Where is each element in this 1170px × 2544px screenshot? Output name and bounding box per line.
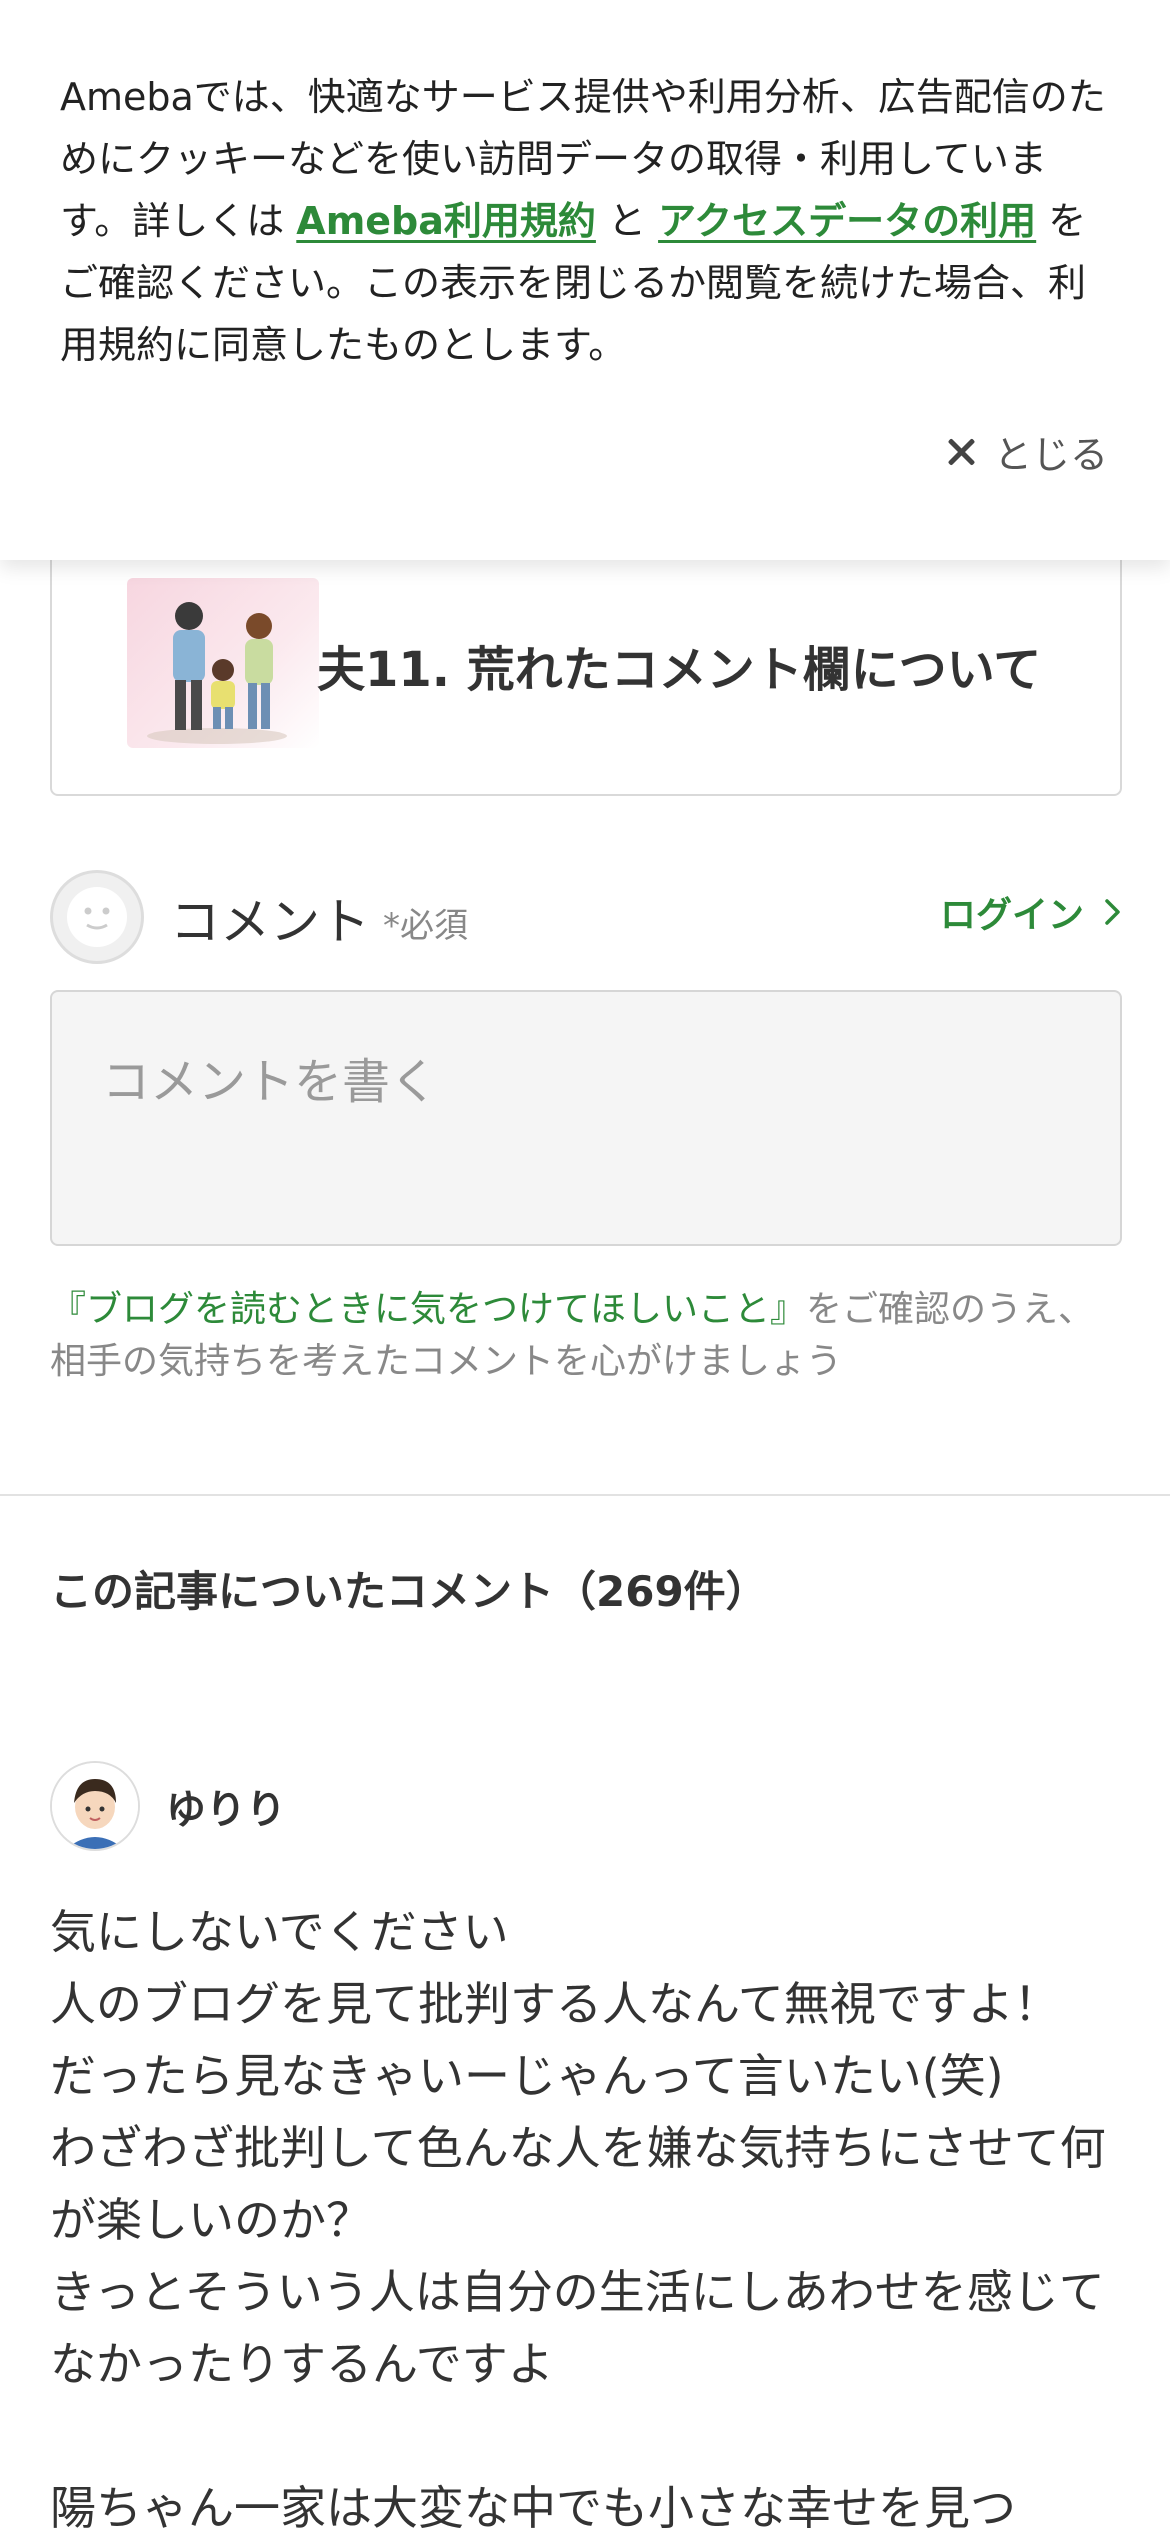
terms-link[interactable]: Ameba利用規約 — [296, 199, 596, 243]
login-label: ログイン — [939, 895, 1084, 936]
close-icon — [946, 437, 976, 467]
login-link[interactable]: ログイン — [940, 886, 1122, 938]
commenter-avatar — [50, 1761, 140, 1851]
user-avatar — [50, 870, 144, 964]
comment-body: 気にしないでください 人のブログを見て批判する人なんて無視ですよ！ だったら見な… — [50, 1905, 1106, 2535]
required-label: *必須 — [383, 906, 468, 946]
cookie-text-middle: と — [595, 199, 659, 243]
article-thumbnail — [127, 578, 319, 748]
cookie-consent-banner: Amebaでは、快適なサービス提供や利用分析、広告配信のためにクッキーなどを使い… — [0, 0, 1170, 560]
guideline-link[interactable]: 『ブログを読むときに気をつけてほしいこと』 — [50, 1289, 806, 1330]
chevron-right-icon — [1105, 899, 1120, 925]
boy-avatar-icon — [52, 1763, 138, 1849]
comment-author[interactable]: ゆりり — [50, 1760, 286, 1852]
comment-guideline: 『ブログを読むときに気をつけてほしいこと』をご確認のうえ、相手の気持ちを考えたコ… — [50, 1284, 1130, 1388]
access-data-link[interactable]: アクセスデータの利用 — [658, 199, 1036, 243]
cookie-consent-text: Amebaでは、快適なサービス提供や利用分析、広告配信のためにクッキーなどを使い… — [60, 66, 1110, 376]
comment-input[interactable] — [50, 990, 1122, 1246]
article-title: 夫11. 荒れたコメント欄について — [317, 642, 1042, 698]
comment-form-header: コメント *必須 ログイン — [50, 868, 1122, 968]
close-banner-button[interactable]: とじる — [946, 424, 1108, 479]
default-avatar-icon — [67, 887, 127, 947]
close-banner-label: とじる — [993, 433, 1108, 477]
comment-label: コメント — [170, 893, 370, 951]
commenter-name: ゆりり — [166, 1787, 286, 1833]
section-divider — [0, 1494, 1170, 1496]
comments-heading: この記事についたコメント（269件） — [50, 1567, 768, 1616]
family-illustration-icon — [147, 602, 287, 744]
